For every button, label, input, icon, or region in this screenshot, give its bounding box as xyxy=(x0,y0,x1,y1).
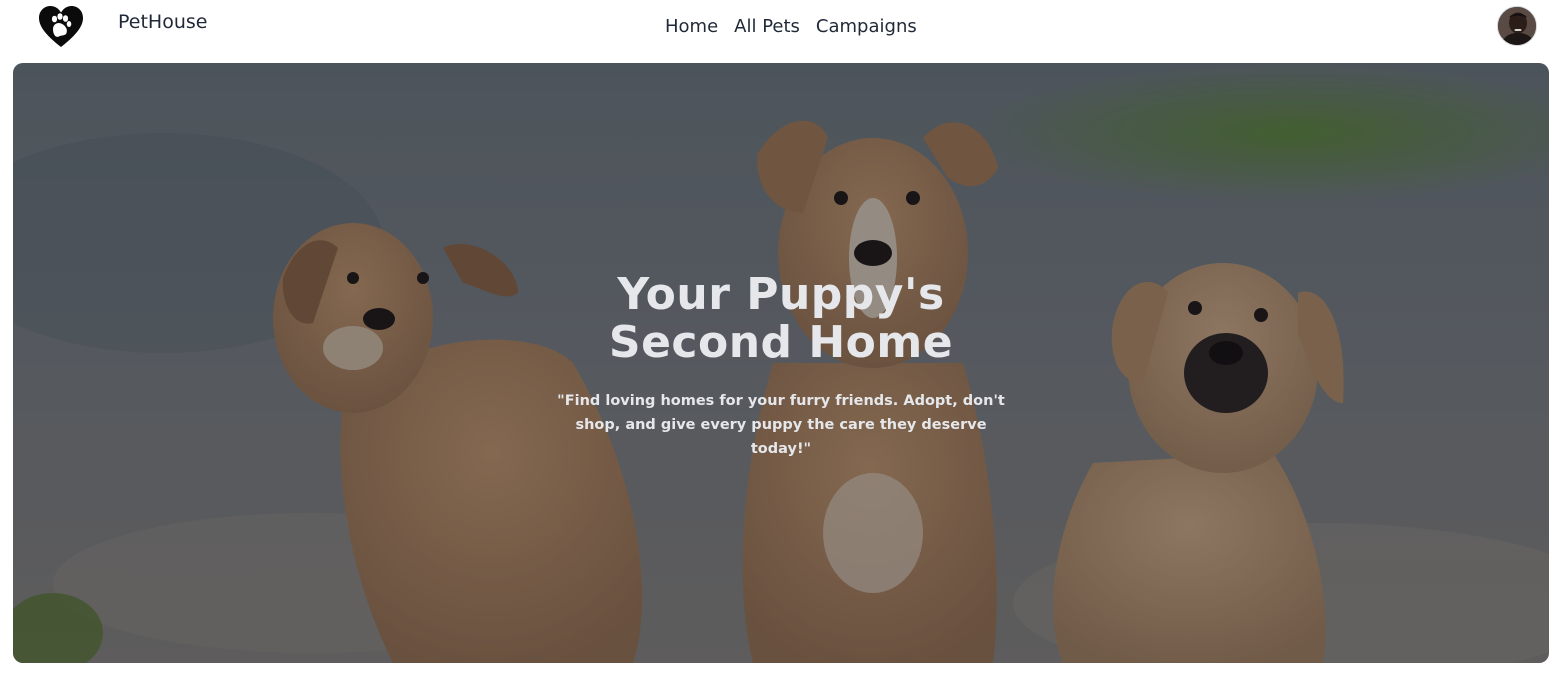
user-avatar-icon[interactable] xyxy=(1497,6,1537,46)
main-nav: Home All Pets Campaigns xyxy=(665,16,917,37)
hero-title-line-2: Second Home xyxy=(608,317,954,368)
hero-title-line-1: Your Puppy's xyxy=(617,269,945,320)
nav-link-campaigns[interactable]: Campaigns xyxy=(816,16,917,37)
heart-paw-icon[interactable] xyxy=(38,5,84,49)
brand-name[interactable]: PetHouse xyxy=(118,11,207,33)
nav-link-home[interactable]: Home xyxy=(665,16,718,37)
navbar: PetHouse Home All Pets Campaigns xyxy=(0,0,1558,56)
hero-subtitle: "Find loving homes for your furry friend… xyxy=(557,393,1005,457)
hero-banner: Your Puppy's Second Home "Find loving ho… xyxy=(13,63,1549,663)
hero-title: Your Puppy's Second Home xyxy=(481,271,1081,367)
hero-content: Your Puppy's Second Home "Find loving ho… xyxy=(481,271,1081,461)
nav-link-all-pets[interactable]: All Pets xyxy=(734,16,800,37)
